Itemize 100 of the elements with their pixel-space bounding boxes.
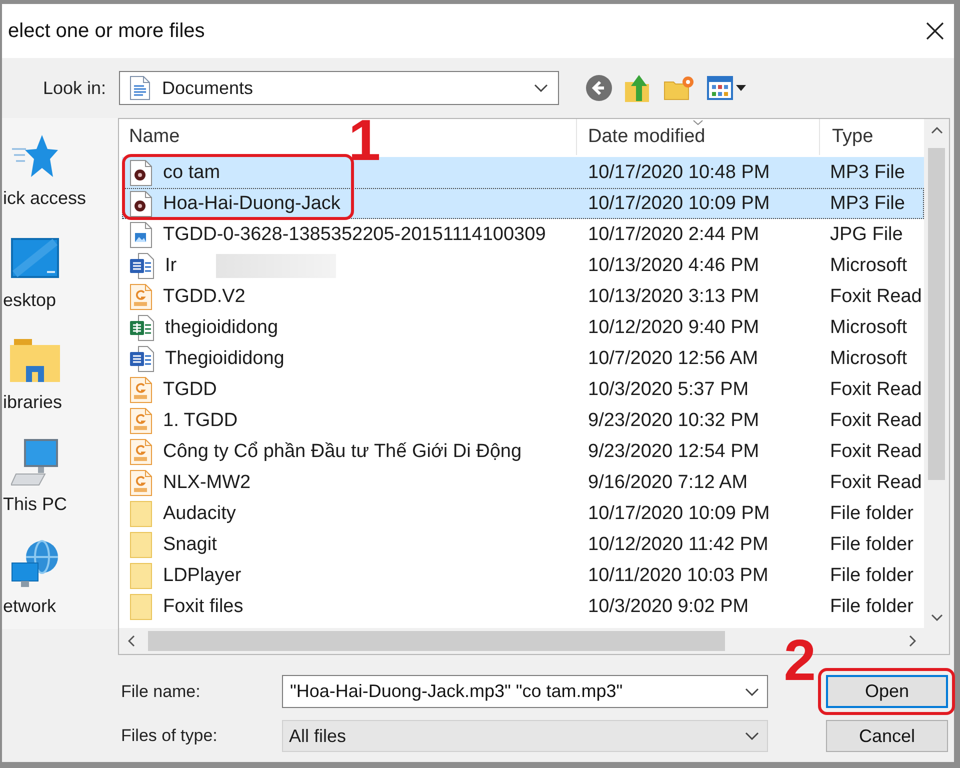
sidebar-item[interactable]: ick access [2, 132, 118, 210]
cancel-button[interactable]: Cancel [826, 720, 948, 752]
chevron-down-icon[interactable] [745, 732, 759, 740]
scroll-left-icon[interactable] [128, 635, 134, 647]
file-name: 1. TGDD [163, 408, 238, 432]
file-name: LDPlayer [163, 564, 242, 588]
file-type: File folder [830, 594, 914, 618]
file-type: Microsoft [830, 316, 908, 340]
look-in-dropdown[interactable]: Documents [119, 71, 559, 105]
file-type: MP3 File [830, 192, 905, 216]
file-row[interactable]: LDPlayer 10/11/2020 10:03 PM File folder [122, 560, 924, 591]
modified-date: 9/16/2020 7:12 AM [588, 470, 748, 494]
view-menu-button[interactable] [707, 76, 746, 100]
file-row[interactable]: Hoa-Hai-Duong-Jack 10/17/2020 10:09 PM MP3 File [122, 188, 924, 219]
caret-icon [736, 85, 746, 91]
file-name: TGDD [163, 378, 217, 402]
close-icon[interactable] [926, 22, 944, 40]
file-type: File folder [830, 502, 914, 526]
modified-date: 10/12/2020 11:42 PM [588, 532, 768, 556]
file-type: Foxit Read [830, 440, 922, 464]
file-type: File folder [830, 564, 914, 588]
file-row[interactable]: NLX-MW2 9/16/2020 7:12 AM Foxit Read [122, 467, 924, 498]
step-number: 2 [784, 632, 816, 690]
file-icon [130, 408, 152, 434]
file-row[interactable]: Audacity 10/17/2020 10:09 PM File folder [122, 498, 924, 529]
library-folder-icon [10, 338, 60, 382]
file-name-label: File name: [121, 682, 200, 701]
chevron-down-icon[interactable] [745, 688, 759, 696]
modified-date: 9/23/2020 12:54 PM [588, 440, 760, 464]
file-row[interactable]: TGDD 10/3/2020 5:37 PM Foxit Read [122, 374, 924, 405]
file-row[interactable]: thegioididong 10/12/2020 9:40 PM Microsoft [122, 312, 924, 343]
folder-arrow-icon[interactable] [625, 74, 651, 102]
modified-date: 10/7/2020 12:56 AM [588, 346, 758, 370]
file-name: Thegioididong [165, 346, 284, 370]
column-header[interactable]: Date modified [588, 125, 706, 149]
document-icon [130, 76, 150, 100]
scrollbar-thumb[interactable] [928, 148, 945, 480]
file-row[interactable]: Foxit files 10/3/2020 9:02 PM File folder [122, 591, 924, 622]
scroll-down-icon[interactable] [930, 614, 942, 620]
file-type: Foxit Read [830, 284, 922, 308]
file-type: Microsoft [830, 346, 908, 370]
sidebar-item[interactable]: etwork [2, 540, 118, 618]
file-row[interactable]: Thegioididong 10/7/2020 12:56 AM Microsoft [122, 343, 924, 374]
modified-date: 10/13/2020 3:13 PM [588, 284, 760, 308]
scroll-right-icon[interactable] [908, 635, 916, 647]
file-icon [130, 470, 152, 496]
file-name: Ir [165, 254, 177, 278]
spreadsheet-icon [130, 314, 154, 340]
file-name: Audacity [163, 502, 236, 526]
file-row[interactable]: Snagit 10/12/2020 11:42 PM File folder [122, 529, 924, 560]
file-type: Microsoft [830, 254, 908, 278]
scrollbar-thumb[interactable] [148, 631, 725, 651]
modified-date: 10/12/2020 9:40 PM [588, 316, 760, 340]
folder-icon [130, 532, 152, 558]
modified-date: 9/23/2020 10:32 PM [588, 408, 760, 432]
file-type-label: Files of type: [121, 726, 218, 746]
file-type: Foxit Read [830, 378, 922, 402]
audio-file-icon [130, 160, 152, 186]
scroll-up-icon[interactable] [930, 126, 942, 134]
sidebar-item[interactable]: ibraries [2, 336, 118, 414]
file-type: MP3 File [830, 160, 905, 184]
column-header[interactable]: Name [129, 125, 180, 149]
modified-date: 10/3/2020 9:02 PM [588, 594, 749, 618]
file-type-dropdown[interactable]: All files [282, 720, 768, 752]
grid-icon [707, 76, 733, 100]
modified-date: 10/17/2020 10:09 PM [588, 502, 770, 526]
file-name: co tam [163, 160, 220, 184]
network-globe-icon [11, 540, 59, 588]
audio-file-icon [130, 190, 152, 216]
file-row[interactable]: Ir 10/13/2020 4:46 PM Microsoft [122, 250, 924, 281]
modified-date: 10/11/2020 10:03 PM [588, 564, 768, 588]
file-name: TGDD.V2 [163, 284, 246, 308]
file-type: Foxit Read [830, 470, 922, 494]
window-title: elect one or more files [8, 18, 205, 44]
file-name: Foxit files [163, 594, 244, 618]
file-icon [130, 376, 152, 402]
file-row[interactable]: TGDD-0-3628-1385352205-20151114100309 10/17/2020 2:44 PM JPG File [122, 219, 924, 250]
file-row[interactable]: Công ty Cổ phần Đầu tư Thế Giới Di Động 9/23/2020 12:54 PM Foxit Read [122, 436, 924, 467]
column-header[interactable]: Type [832, 125, 874, 149]
modified-date: 10/13/2020 4:46 PM [588, 254, 760, 278]
file-row[interactable]: 1. TGDD 9/23/2020 10:32 PM Foxit Read [122, 405, 924, 436]
desktop-icon [11, 238, 59, 278]
vertical-scrollbar[interactable] [924, 119, 949, 628]
file-icon [130, 284, 152, 310]
file-name-combo[interactable]: "Hoa-Hai-Duong-Jack.mp3" "co tam.mp3" [282, 675, 768, 708]
file-name: Công ty Cổ phần Đầu tư Thế Giới Di Động [163, 440, 522, 464]
file-row[interactable]: TGDD.V2 10/13/2020 3:13 PM Foxit Read [122, 281, 924, 312]
open-button[interactable]: Open [826, 675, 948, 708]
computer-icon [11, 438, 59, 486]
sidebar-item[interactable]: This PC [2, 438, 118, 516]
modified-date: 10/17/2020 2:44 PM [588, 222, 760, 246]
file-name: Snagit [163, 532, 217, 556]
document-icon [130, 346, 154, 372]
sidebar-item[interactable]: esktop [2, 234, 118, 312]
file-name: Hoa-Hai-Duong-Jack [163, 192, 340, 216]
star-icon [11, 134, 59, 178]
file-name: thegioididong [165, 316, 278, 340]
modified-date: 10/3/2020 5:37 PM [588, 378, 749, 402]
chevron-down-icon[interactable] [534, 84, 548, 92]
look-in-label: Look in: [42, 78, 106, 98]
